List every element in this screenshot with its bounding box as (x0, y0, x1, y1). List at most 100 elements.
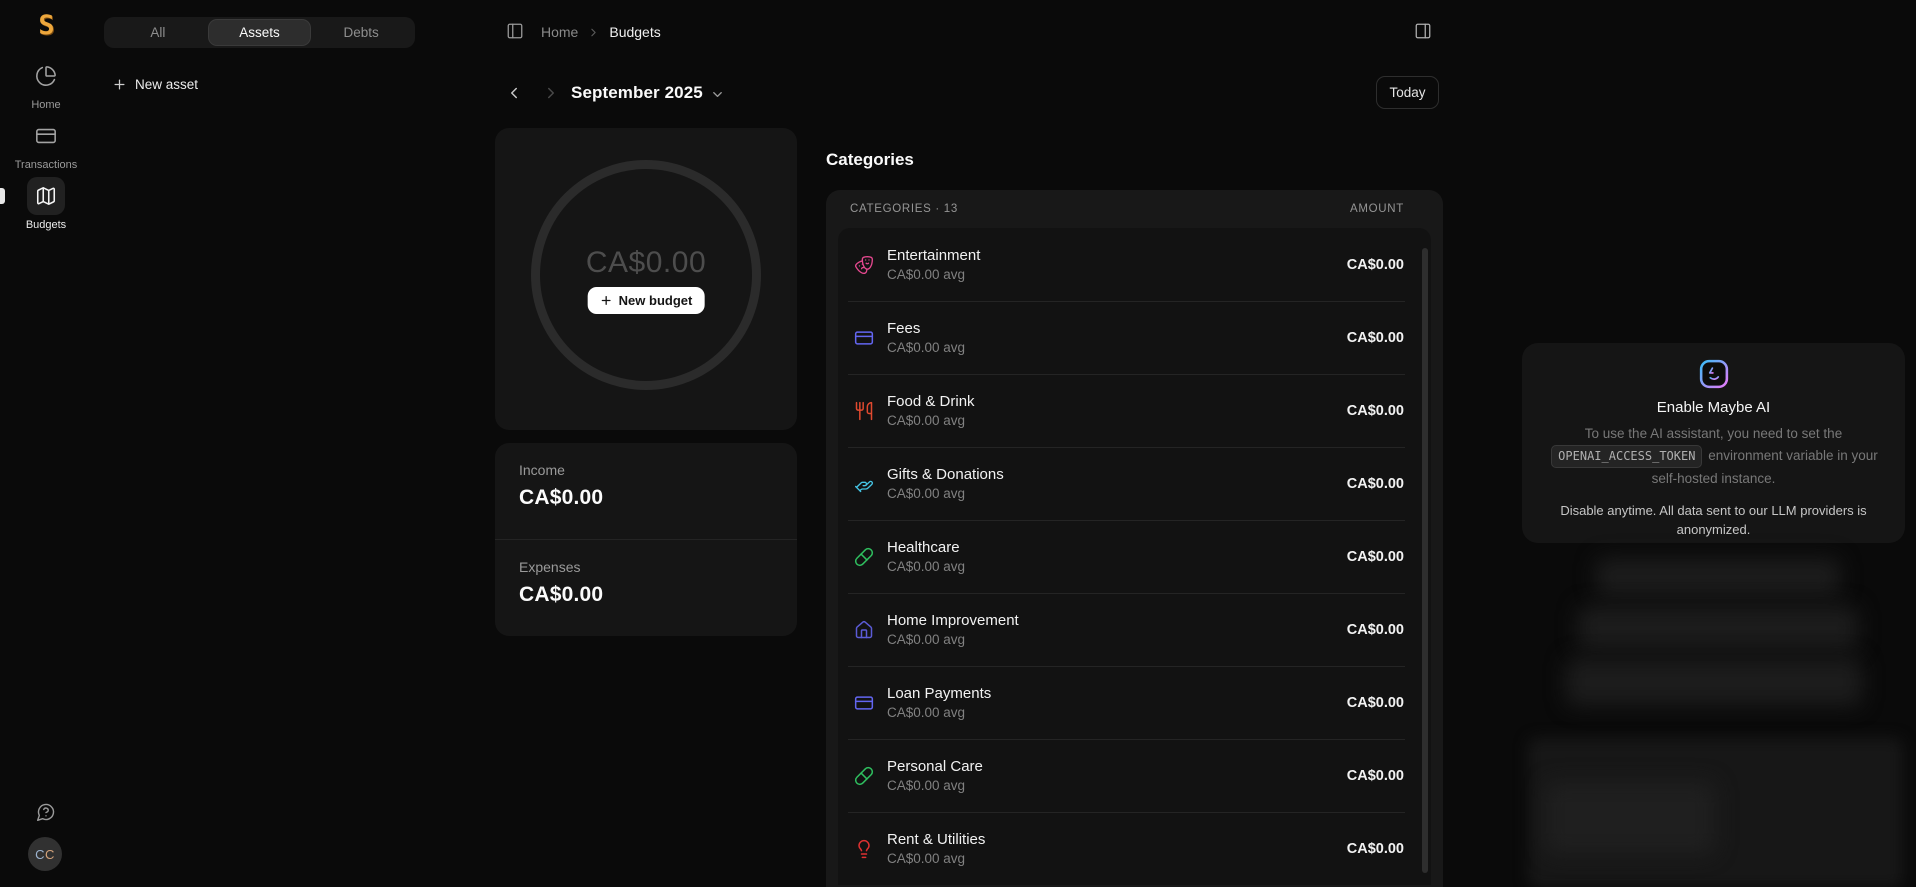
tab-debts[interactable]: Debts (310, 20, 412, 45)
pill-icon (854, 766, 874, 786)
category-amount: CA$0.00 (1347, 841, 1404, 857)
category-amount: CA$0.00 (1347, 257, 1404, 273)
avatar-initial: C (45, 847, 55, 862)
category-average: CA$0.00 avg (887, 778, 983, 793)
category-row[interactable]: Rent & Utilities CA$0.00 avg CA$0.00 (838, 812, 1431, 885)
budget-total: CA$0.00 (495, 246, 797, 280)
expenses-block: Expenses CA$0.00 (495, 539, 797, 635)
category-average: CA$0.00 avg (887, 705, 991, 720)
category-average: CA$0.00 avg (887, 559, 965, 574)
breadcrumb-home[interactable]: Home (541, 24, 578, 40)
categories-title: Categories (826, 150, 914, 170)
category-name: Loan Payments (887, 685, 991, 702)
category-name: Entertainment (887, 247, 980, 264)
income-label: Income (519, 462, 773, 478)
blurred-suggestion (1566, 658, 1862, 706)
active-nav-indicator (0, 188, 5, 204)
category-name: Gifts & Donations (887, 466, 1004, 483)
help-bubble-icon[interactable] (36, 802, 56, 822)
map-icon (35, 185, 57, 207)
category-name: Rent & Utilities (887, 831, 985, 848)
sidebar-item-label: Transactions (0, 159, 92, 171)
category-row[interactable]: Fees CA$0.00 avg CA$0.00 (838, 301, 1431, 374)
category-row[interactable]: Home Improvement CA$0.00 avg CA$0.00 (838, 593, 1431, 666)
category-average: CA$0.00 avg (887, 340, 965, 355)
credit-card-icon (854, 328, 874, 348)
today-button[interactable]: Today (1376, 76, 1439, 109)
budget-donut-card: CA$0.00 New budget (495, 128, 797, 430)
category-row[interactable]: Healthcare CA$0.00 avg CA$0.00 (838, 520, 1431, 593)
category-name: Healthcare (887, 539, 965, 556)
new-budget-button[interactable]: New budget (588, 287, 705, 314)
category-name: Home Improvement (887, 612, 1019, 629)
masks-icon (854, 255, 874, 275)
category-amount: CA$0.00 (1347, 476, 1404, 492)
categories-card: CATEGORIES · 13 AMOUNT Entertainment CA$… (826, 190, 1443, 887)
next-month-button[interactable] (542, 84, 560, 102)
expenses-value: CA$0.00 (519, 583, 773, 607)
chevron-right-icon (587, 26, 600, 39)
breadcrumb-current: Budgets (609, 24, 660, 40)
category-amount: CA$0.00 (1347, 403, 1404, 419)
pill-icon (854, 547, 874, 567)
category-row[interactable]: Personal Care CA$0.00 avg CA$0.00 (838, 739, 1431, 812)
categories-count-header: CATEGORIES · 13 (850, 203, 958, 215)
maybe-ai-icon (1699, 359, 1729, 389)
category-amount: CA$0.00 (1347, 695, 1404, 711)
new-asset-button[interactable]: New asset (112, 72, 198, 96)
income-value: CA$0.00 (519, 486, 773, 510)
category-name: Food & Drink (887, 393, 975, 410)
category-amount: CA$0.00 (1347, 549, 1404, 565)
category-amount: CA$0.00 (1347, 768, 1404, 784)
categories-table-header: CATEGORIES · 13 AMOUNT (826, 190, 1443, 228)
income-expenses-card: Income CA$0.00 Expenses CA$0.00 (495, 443, 797, 636)
category-row[interactable]: Loan Payments CA$0.00 avg CA$0.00 (838, 666, 1431, 739)
category-row[interactable]: Entertainment CA$0.00 avg CA$0.00 (838, 228, 1431, 301)
ai-body-text: To use the AI assistant, you need to set… (1585, 426, 1842, 441)
amount-header: AMOUNT (1350, 203, 1404, 215)
category-average: CA$0.00 avg (887, 486, 1004, 501)
period-label: September 2025 (571, 83, 703, 103)
expenses-label: Expenses (519, 559, 773, 575)
sidebar-item-home[interactable]: Home (0, 57, 92, 111)
category-average: CA$0.00 avg (887, 267, 980, 282)
ai-panel-body: To use the AI assistant, you need to set… (1522, 423, 1905, 490)
credit-card-icon (854, 693, 874, 713)
previous-month-button[interactable] (505, 84, 523, 102)
category-amount: CA$0.00 (1347, 622, 1404, 638)
category-row[interactable]: Food & Drink CA$0.00 avg CA$0.00 (838, 374, 1431, 447)
chevron-down-icon (710, 87, 725, 102)
category-amount: CA$0.00 (1347, 330, 1404, 346)
account-type-tabs: All Assets Debts (104, 17, 415, 48)
panel-right-icon[interactable] (1414, 22, 1432, 40)
panel-left-icon[interactable] (506, 22, 524, 40)
house-icon (854, 620, 874, 640)
sidebar-item-transactions[interactable]: Transactions (0, 117, 92, 171)
ai-panel-title: Enable Maybe AI (1522, 399, 1905, 416)
ai-panel-note: Disable anytime. All data sent to our LL… (1522, 502, 1905, 540)
scrollbar-thumb[interactable] (1422, 248, 1428, 873)
tab-assets[interactable]: Assets (209, 20, 311, 45)
new-asset-label: New asset (135, 77, 198, 92)
breadcrumb: Home Budgets (541, 24, 661, 40)
plus-icon (112, 77, 127, 92)
categories-list: Entertainment CA$0.00 avg CA$0.00 Fees C… (838, 228, 1431, 885)
credit-card-icon (35, 125, 57, 147)
pie-chart-icon (35, 65, 57, 87)
income-block: Income CA$0.00 (495, 443, 797, 539)
category-average: CA$0.00 avg (887, 413, 975, 428)
sidebar-item-budgets[interactable]: Budgets (0, 177, 92, 231)
tab-all[interactable]: All (107, 20, 209, 45)
avatar[interactable]: CC (28, 837, 62, 871)
sidebar-item-label: Home (0, 99, 92, 111)
category-name: Fees (887, 320, 965, 337)
plus-icon (600, 294, 613, 307)
category-row[interactable]: Gifts & Donations CA$0.00 avg CA$0.00 (838, 447, 1431, 520)
app-logo[interactable]: S (0, 10, 92, 41)
period-selector[interactable]: September 2025 (571, 83, 725, 103)
blurred-suggestion (1596, 558, 1840, 596)
blurred-suggestion (1578, 606, 1858, 650)
hand-heart-icon (854, 474, 874, 494)
blurred-suggestion (1545, 782, 1715, 854)
avatar-initial: C (35, 847, 45, 862)
